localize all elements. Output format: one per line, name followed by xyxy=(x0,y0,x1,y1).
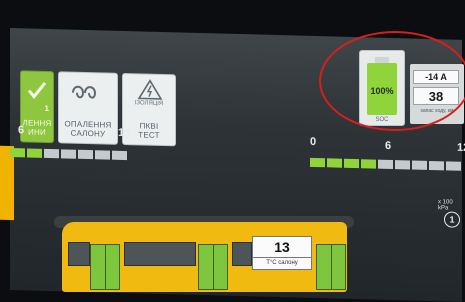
tile-caption: ОПАЛЕННЯ САЛОНУ xyxy=(64,119,112,139)
scale-segment xyxy=(78,149,93,160)
right-scale-end: 12 xyxy=(457,141,465,155)
tile-caption: ЛЕННЯ ИНИ xyxy=(22,118,52,137)
tile-active[interactable]: 1 ЛЕННЯ ИНИ xyxy=(20,70,54,144)
warning-icon xyxy=(137,79,163,100)
tile-caption: ПКВІ ТЕСТ xyxy=(138,121,160,140)
scale-segment xyxy=(395,160,410,170)
cabin-temperature: 13 T°C салону xyxy=(252,236,312,270)
left-scale-start: 6 xyxy=(18,124,25,137)
heating-icon xyxy=(72,85,97,99)
check-icon xyxy=(27,81,47,100)
left-scale-end: 12 xyxy=(118,126,131,140)
right-scale-start: 0 xyxy=(310,135,317,149)
cabin-temperature-label: T°C салону xyxy=(253,257,311,268)
bus-window xyxy=(124,242,196,266)
tile-small-label: ІЗОЛЯЦІЯ xyxy=(134,100,164,108)
scale-segment xyxy=(61,149,76,159)
cabin-temperature-value: 13 xyxy=(274,239,290,255)
info-circle-button[interactable]: 1 xyxy=(444,211,460,228)
pressure-unit-label: x 100 kPa xyxy=(438,199,453,212)
bus-diagram: 13 T°C салону xyxy=(54,212,354,292)
scale-segment xyxy=(446,161,461,171)
right-scale-mid: 6 xyxy=(385,139,392,152)
scale-segment xyxy=(27,148,42,158)
tile-heating[interactable]: ОПАЛЕННЯ САЛОНУ xyxy=(58,71,118,145)
scale-segment xyxy=(95,150,110,160)
bus-window xyxy=(232,242,252,266)
bus-door xyxy=(316,244,346,290)
scale-segment xyxy=(412,160,427,170)
tile-number: 1 xyxy=(44,103,49,114)
scale-segment xyxy=(44,148,59,159)
bus-door xyxy=(198,244,228,290)
scale-segment xyxy=(112,150,127,161)
scale-segment xyxy=(327,158,342,168)
bus-window xyxy=(68,242,90,266)
scale-segment xyxy=(344,158,359,169)
scale-segment xyxy=(429,160,444,171)
bus-door xyxy=(90,244,120,290)
right-scale-bar xyxy=(310,157,461,171)
bus-body: 13 T°C салону xyxy=(62,222,347,292)
scale-segment xyxy=(10,148,25,158)
red-highlight-circle xyxy=(319,31,465,131)
scale-segment xyxy=(378,159,393,170)
left-scale-bar xyxy=(10,148,127,161)
scale-segment xyxy=(310,157,325,168)
scale-segment xyxy=(361,159,376,169)
